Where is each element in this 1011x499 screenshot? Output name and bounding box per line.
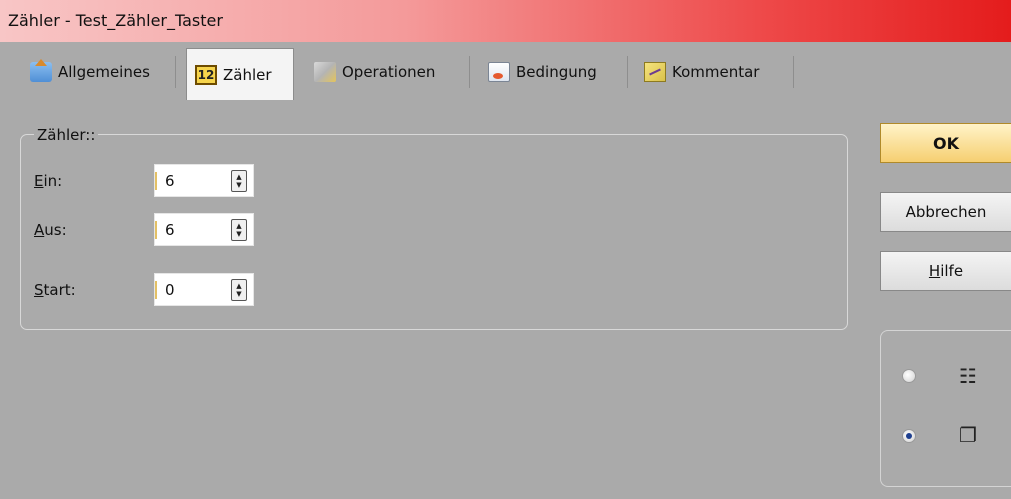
ein-row: Ein: 6 ▲ ▼ — [34, 164, 254, 197]
tab-label: Bedingung — [516, 63, 597, 81]
view-options-group — [880, 330, 1011, 487]
view-radio-list[interactable] — [902, 369, 916, 383]
list-view-icon: ☷ — [959, 364, 977, 388]
counter-12-icon: 12 — [195, 64, 217, 85]
aus-spinbox[interactable]: 6 ▲ ▼ — [154, 213, 254, 246]
aus-row: Aus: 6 ▲ ▼ — [34, 213, 254, 246]
comment-icon — [644, 62, 666, 82]
tab-allgemeines[interactable]: Allgemeines — [22, 50, 176, 94]
tab-kommentar[interactable]: Kommentar — [636, 50, 794, 94]
tab-operationen[interactable]: Operationen — [306, 50, 470, 94]
tab-bedingung[interactable]: Bedingung — [480, 50, 628, 94]
ein-value[interactable]: 6 — [155, 171, 227, 190]
start-value[interactable]: 0 — [155, 280, 227, 299]
ein-spinbox[interactable]: 6 ▲ ▼ — [154, 164, 254, 197]
cancel-button[interactable]: Abbrechen — [880, 192, 1011, 232]
view-radio-multi[interactable] — [902, 429, 916, 443]
tab-label: Kommentar — [672, 63, 760, 81]
help-button[interactable]: Hilfe — [880, 251, 1011, 291]
start-spinbox[interactable]: 0 ▲ ▼ — [154, 273, 254, 306]
ein-spin-buttons[interactable]: ▲ ▼ — [231, 169, 247, 192]
multi-window-view-icon: ❐ — [959, 423, 977, 447]
tab-label: Allgemeines — [58, 63, 150, 81]
operations-icon — [314, 62, 336, 82]
start-spin-buttons[interactable]: ▲ ▼ — [231, 278, 247, 301]
ein-label: Ein: — [34, 171, 63, 190]
start-row: Start: 0 ▲ ▼ — [34, 273, 254, 306]
aus-spin-buttons[interactable]: ▲ ▼ — [231, 218, 247, 241]
tab-label: Zähler — [223, 65, 272, 84]
group-legend: Zähler:: — [34, 126, 99, 144]
ok-button[interactable]: OK — [880, 123, 1011, 163]
title-bar: Zähler - Test_Zähler_Taster — [0, 0, 1011, 42]
start-label: Start: — [34, 280, 76, 299]
aus-label: Aus: — [34, 220, 67, 239]
tab-zaehler[interactable]: 12 Zähler — [186, 48, 294, 100]
tab-label: Operationen — [342, 63, 436, 81]
tab-strip: Allgemeines 12 Zähler Operationen Beding… — [0, 42, 1011, 100]
window-title: Zähler - Test_Zähler_Taster — [8, 11, 223, 30]
condition-icon — [488, 62, 510, 82]
general-settings-icon — [30, 59, 52, 82]
aus-value[interactable]: 6 — [155, 220, 227, 239]
